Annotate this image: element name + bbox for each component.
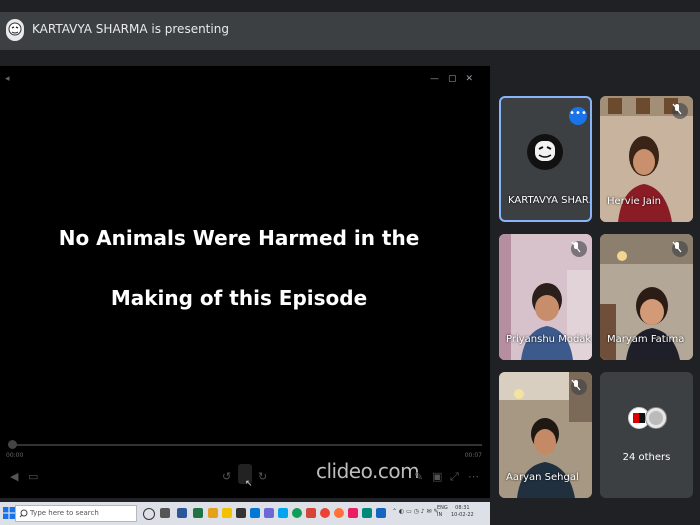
windows-taskbar: Type here to search ⌃ ◐ ▭ ◷ ♪ ✉ ✎ ENG IN… [0, 502, 490, 525]
shared-screen: ◂ —▢✕ No Animals Were Harmed in the Maki… [0, 66, 490, 498]
search-icon [19, 509, 28, 518]
time-total: 00:07 [464, 452, 482, 459]
marshmello-icon [8, 22, 22, 36]
video-timeline[interactable] [8, 440, 482, 449]
camera-icon[interactable] [264, 508, 274, 518]
volume-icon[interactable]: ◀ [10, 470, 18, 483]
arrow-left-icon[interactable]: ◂ [5, 74, 10, 84]
mail-icon[interactable] [250, 508, 260, 518]
more-options-icon[interactable]: ••• [569, 107, 587, 125]
settings-icon[interactable] [236, 508, 246, 518]
edit-icon[interactable]: ✎ [414, 470, 423, 483]
mouse-cursor-icon: ↖ [245, 479, 253, 489]
presenter-avatar [6, 19, 24, 41]
app-icon[interactable] [376, 508, 386, 518]
edge-icon[interactable] [292, 508, 302, 518]
chrome-icon[interactable] [320, 508, 330, 518]
participant-tile-presenter[interactable]: ••• KARTAVYA SHAR... [499, 96, 592, 222]
mic-off-icon [672, 103, 688, 119]
cortana-icon[interactable] [143, 508, 155, 520]
participant-name: Hervie Jain [607, 196, 662, 207]
others-count: 24 others [622, 452, 671, 463]
lang-top: ENG [437, 505, 448, 511]
screen-icon[interactable]: ▣ [432, 470, 442, 483]
taskbar-search-input[interactable]: Type here to search [15, 505, 137, 522]
participant-name: Priyanshu Modak [506, 334, 592, 345]
avatar [645, 407, 667, 429]
participant-name: Aaryan Sehgal [506, 472, 579, 483]
windows-start-icon[interactable] [3, 507, 15, 519]
avatar [527, 134, 563, 170]
more-icon[interactable]: ⋯ [468, 470, 479, 483]
participant-tile[interactable]: Maryam Fatima [600, 234, 693, 360]
marshmello-icon [535, 141, 555, 161]
app-icon[interactable] [362, 508, 372, 518]
presenting-text: KARTAVYA SHARMA is presenting [32, 22, 229, 36]
participant-tile[interactable]: Hervie Jain [600, 96, 693, 222]
timeline-knob[interactable] [8, 440, 17, 449]
participant-tile[interactable]: Aaryan Sehgal [499, 372, 592, 498]
clock-time: 08:31 [455, 505, 470, 511]
forward-icon[interactable]: ↻ [258, 470, 267, 483]
slide-text-line1: No Animals Were Harmed in the [58, 226, 420, 250]
fullscreen-icon[interactable]: ⤢ [450, 470, 459, 484]
time-elapsed: 00:00 [6, 452, 24, 459]
avatar-icon [649, 411, 663, 425]
participant-name: KARTAVYA SHAR... [508, 195, 592, 206]
lang-bottom: IN [437, 512, 443, 518]
clock-date: 10-02-22 [451, 512, 474, 518]
mic-off-icon [672, 241, 688, 257]
language-indicator[interactable]: ENG IN [437, 505, 448, 519]
system-tray-icons[interactable]: ⌃ ◐ ▭ ◷ ♪ ✉ ✎ [392, 508, 439, 515]
rewind-icon[interactable]: ↺ [222, 470, 231, 483]
others-tile[interactable]: 24 others [600, 372, 693, 498]
clock[interactable]: 08:31 10-02-22 [451, 505, 474, 519]
dark-background [490, 502, 700, 525]
search-placeholder: Type here to search [30, 509, 99, 517]
window-controls[interactable]: —▢✕ [430, 74, 482, 84]
file-explorer-icon[interactable] [222, 508, 232, 518]
excel-icon[interactable] [193, 508, 203, 518]
store-icon[interactable] [278, 508, 288, 518]
presenting-banner: KARTAVYA SHARMA is presenting [0, 0, 700, 60]
vlc-icon[interactable] [208, 508, 218, 518]
word-icon[interactable] [177, 508, 187, 518]
mic-off-icon [571, 241, 587, 257]
slide-text-line2: Making of this Episode [110, 286, 368, 310]
task-view-icon[interactable] [160, 508, 170, 518]
app-icon[interactable] [306, 508, 316, 518]
app-icon[interactable] [348, 508, 358, 518]
participant-name: Maryam Fatima [607, 334, 685, 345]
mic-off-icon [571, 379, 587, 395]
firefox-icon[interactable] [334, 508, 344, 518]
captions-icon[interactable]: ▭ [28, 470, 38, 483]
watermark: clideo.com [316, 459, 420, 483]
participant-tile[interactable]: Priyanshu Modak [499, 234, 592, 360]
